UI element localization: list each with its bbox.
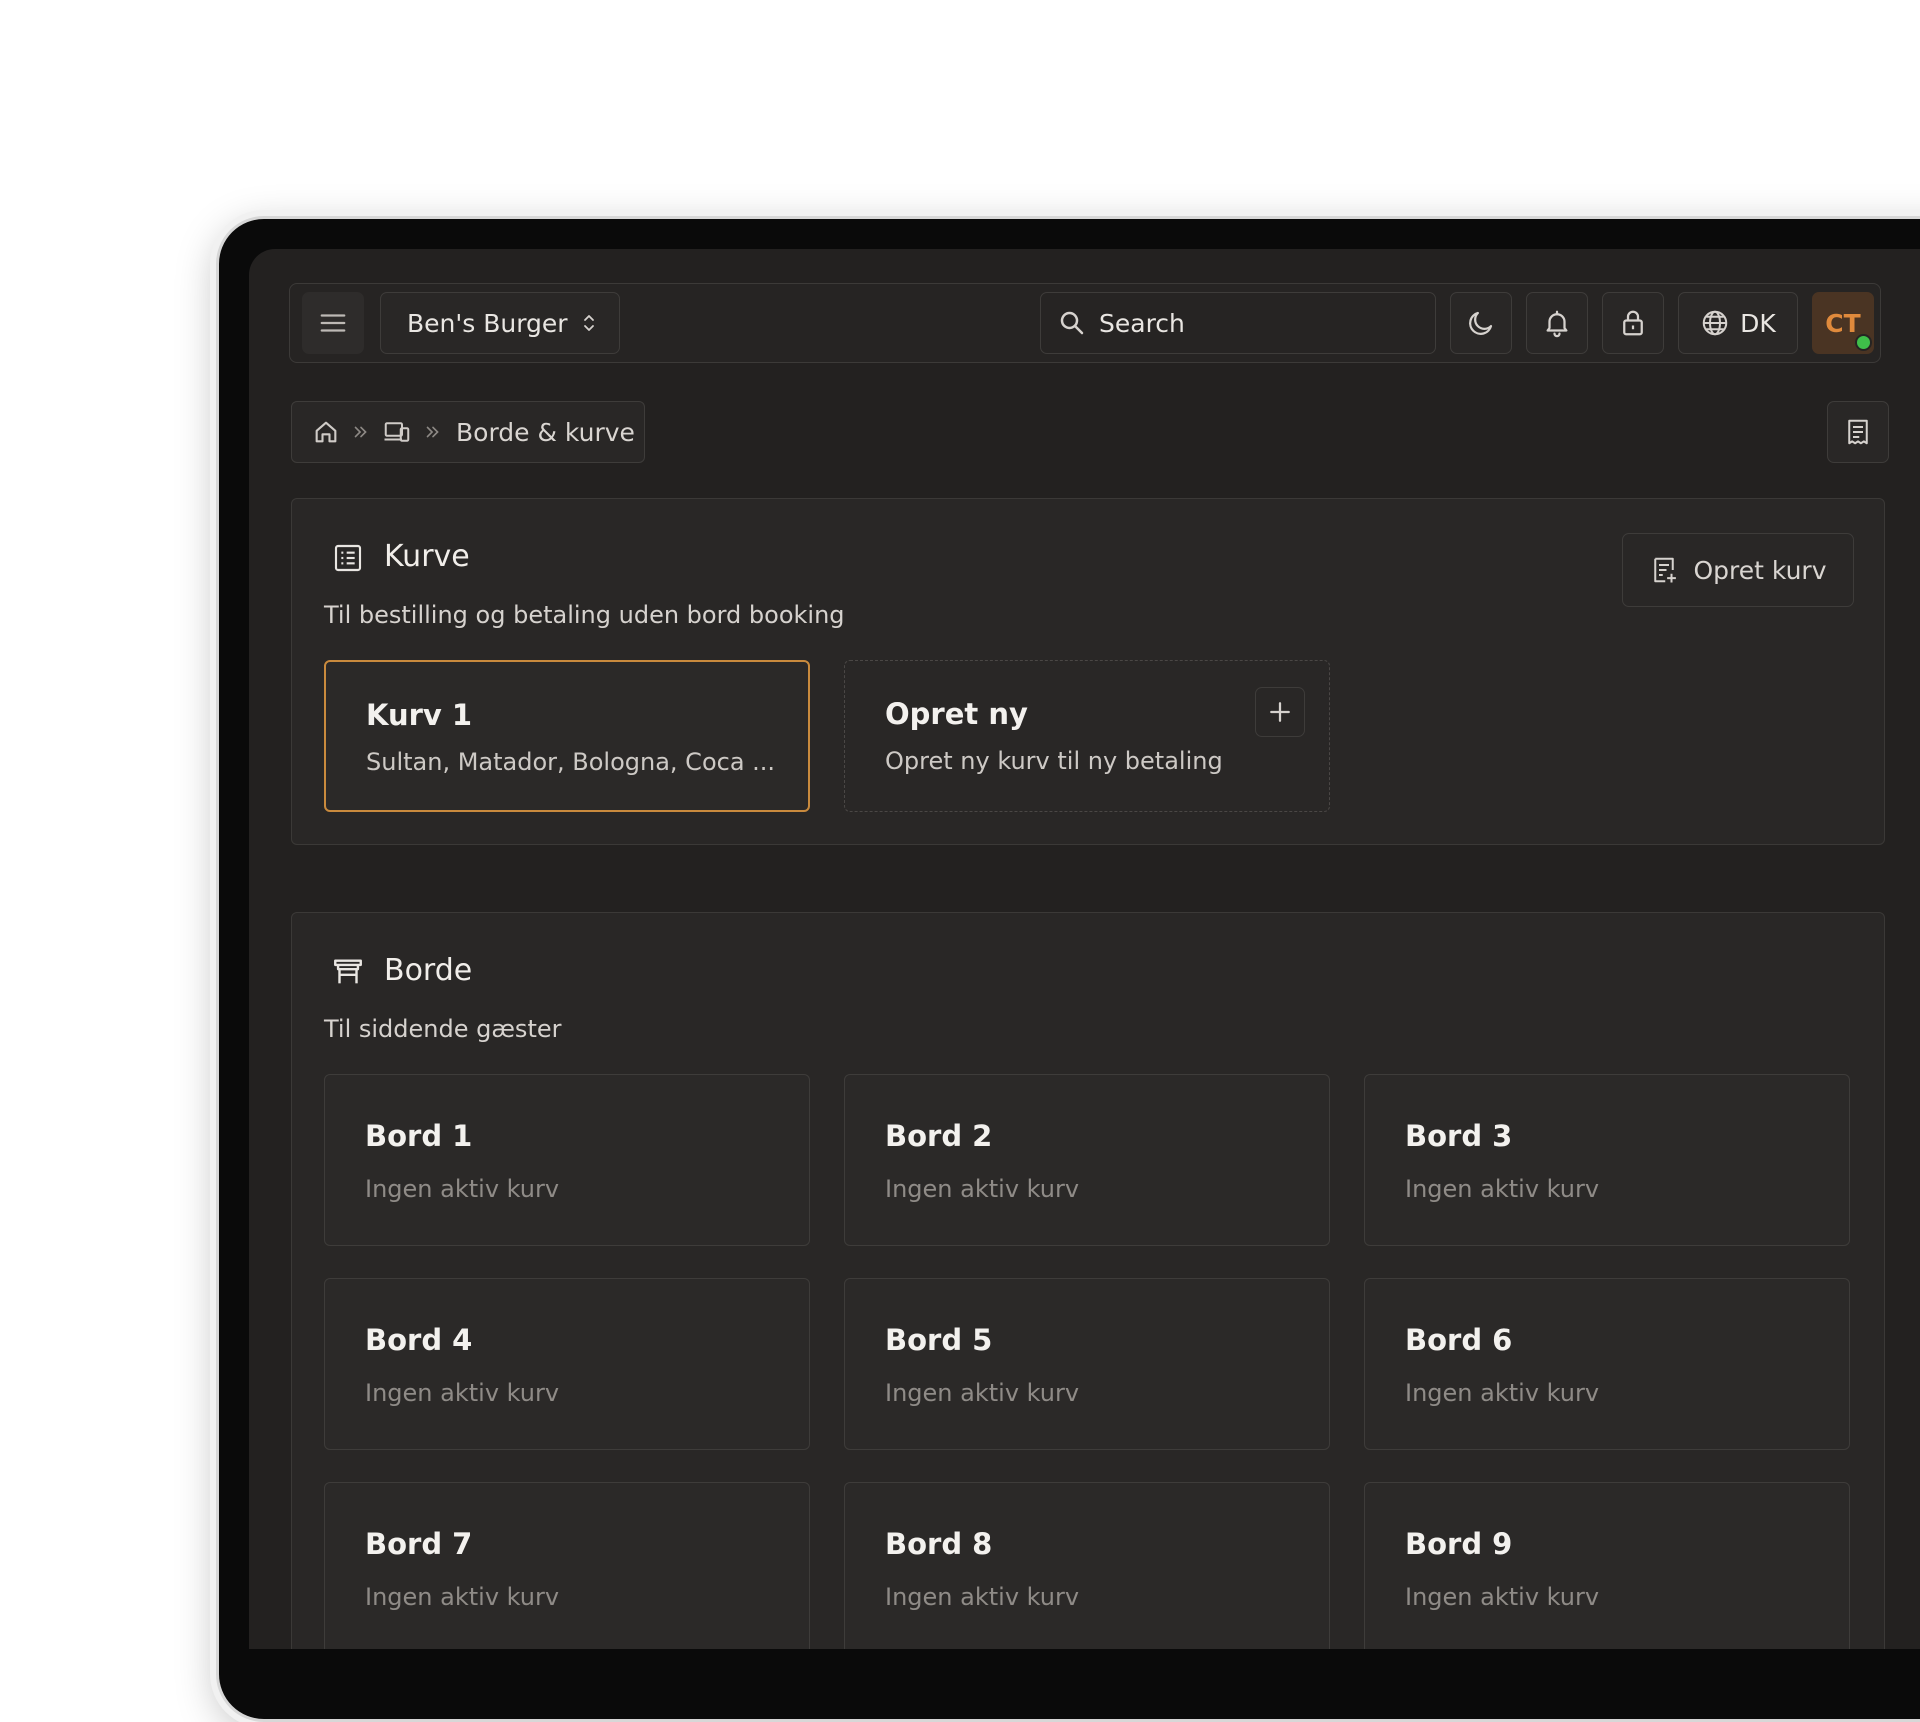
receipt-button[interactable] xyxy=(1827,401,1889,463)
add-kurv-button[interactable] xyxy=(1255,687,1305,737)
table-card-status: Ingen aktiv kurv xyxy=(885,1175,1080,1203)
double-chevron-right-icon xyxy=(354,426,367,438)
table-card[interactable]: Bord 9 Ingen aktiv kurv xyxy=(1364,1482,1850,1649)
app-screen: Ben's Burger Search DK CT Borde & kurve … xyxy=(249,249,1920,1649)
table-card-title: Bord 8 xyxy=(885,1527,993,1561)
table-card-title: Bord 2 xyxy=(885,1119,993,1153)
receipt-add-icon xyxy=(1654,557,1677,583)
table-card-status: Ingen aktiv kurv xyxy=(365,1583,560,1611)
table-card[interactable]: Bord 1 Ingen aktiv kurv xyxy=(324,1074,810,1246)
breadcrumb-current: Borde & kurve xyxy=(456,417,635,447)
online-status-dot xyxy=(1855,334,1872,351)
kurv-card-items: Sultan, Matador, Bologna, Coca ... xyxy=(366,748,776,776)
lock-button[interactable] xyxy=(1602,292,1664,354)
table-card-status: Ingen aktiv kurv xyxy=(365,1379,560,1407)
search-placeholder: Search xyxy=(1099,308,1185,338)
table-card-status: Ingen aktiv kurv xyxy=(1405,1175,1600,1203)
globe-icon xyxy=(1702,310,1728,336)
table-card[interactable]: Bord 7 Ingen aktiv kurv xyxy=(324,1482,810,1649)
table-card[interactable]: Bord 8 Ingen aktiv kurv xyxy=(844,1482,1330,1649)
dark-mode-toggle[interactable] xyxy=(1450,292,1512,354)
kurve-panel: Kurve Til bestilling og betaling uden bo… xyxy=(291,498,1885,845)
list-icon xyxy=(334,544,362,572)
notifications-button[interactable] xyxy=(1526,292,1588,354)
plus-icon xyxy=(1270,702,1290,722)
language-selector[interactable]: DK xyxy=(1678,292,1798,354)
create-kurv-button[interactable]: Opret kurv xyxy=(1622,533,1854,607)
kurv-card-title: Kurv 1 xyxy=(366,698,473,732)
search-input[interactable]: Search xyxy=(1040,292,1436,354)
table-card[interactable]: Bord 2 Ingen aktiv kurv xyxy=(844,1074,1330,1246)
double-chevron-right-icon xyxy=(426,426,439,438)
restaurant-name: Ben's Burger xyxy=(407,308,568,338)
table-card-title: Bord 9 xyxy=(1405,1527,1513,1561)
table-card[interactable]: Bord 5 Ingen aktiv kurv xyxy=(844,1278,1330,1450)
bell-icon xyxy=(1546,310,1568,338)
menu-button[interactable] xyxy=(302,292,364,354)
receipt-icon xyxy=(1848,419,1868,445)
restaurant-selector[interactable]: Ben's Burger xyxy=(380,292,620,354)
avatar[interactable]: CT xyxy=(1812,292,1874,354)
breadcrumb: Borde & kurve xyxy=(291,401,645,463)
devices-icon[interactable] xyxy=(382,417,412,447)
borde-title: Borde xyxy=(384,953,473,988)
create-new-subtitle: Opret ny kurv til ny betaling xyxy=(885,747,1223,775)
create-new-kurv-card[interactable]: Opret ny Opret ny kurv til ny betaling xyxy=(844,660,1330,812)
table-card-status: Ingen aktiv kurv xyxy=(1405,1583,1600,1611)
table-card[interactable]: Bord 4 Ingen aktiv kurv xyxy=(324,1278,810,1450)
table-card[interactable]: Bord 3 Ingen aktiv kurv xyxy=(1364,1074,1850,1246)
kurv-card-selected[interactable]: Kurv 1 Sultan, Matador, Bologna, Coca ..… xyxy=(324,660,810,812)
table-card-status: Ingen aktiv kurv xyxy=(1405,1379,1600,1407)
table-card-status: Ingen aktiv kurv xyxy=(365,1175,560,1203)
table-card[interactable]: Bord 6 Ingen aktiv kurv xyxy=(1364,1278,1850,1450)
moon-icon xyxy=(1469,311,1493,335)
avatar-initials: CT xyxy=(1825,308,1861,338)
kurve-subtitle: Til bestilling og betaling uden bord boo… xyxy=(324,601,845,629)
table-card-title: Bord 1 xyxy=(365,1119,473,1153)
table-card-title: Bord 7 xyxy=(365,1527,473,1561)
home-icon[interactable] xyxy=(312,418,340,446)
kurve-title: Kurve xyxy=(384,539,470,574)
menu-icon xyxy=(320,314,346,332)
create-kurv-label: Opret kurv xyxy=(1693,555,1827,585)
top-bar: Ben's Burger Search DK CT xyxy=(289,283,1881,363)
borde-subtitle: Til siddende gæster xyxy=(324,1015,562,1043)
chevron-updown-icon xyxy=(584,315,594,331)
table-card-title: Bord 5 xyxy=(885,1323,993,1357)
table-card-status: Ingen aktiv kurv xyxy=(885,1379,1080,1407)
borde-panel: Borde Til siddende gæster Bord 1 Ingen ak… xyxy=(291,912,1885,1649)
table-card-title: Bord 4 xyxy=(365,1323,473,1357)
table-card-title: Bord 6 xyxy=(1405,1323,1513,1357)
table-icon xyxy=(334,959,362,984)
search-icon xyxy=(1060,311,1084,335)
create-new-title: Opret ny xyxy=(885,697,1028,731)
lock-icon xyxy=(1623,310,1643,336)
language-label: DK xyxy=(1740,308,1776,338)
table-card-status: Ingen aktiv kurv xyxy=(885,1583,1080,1611)
table-card-title: Bord 3 xyxy=(1405,1119,1513,1153)
